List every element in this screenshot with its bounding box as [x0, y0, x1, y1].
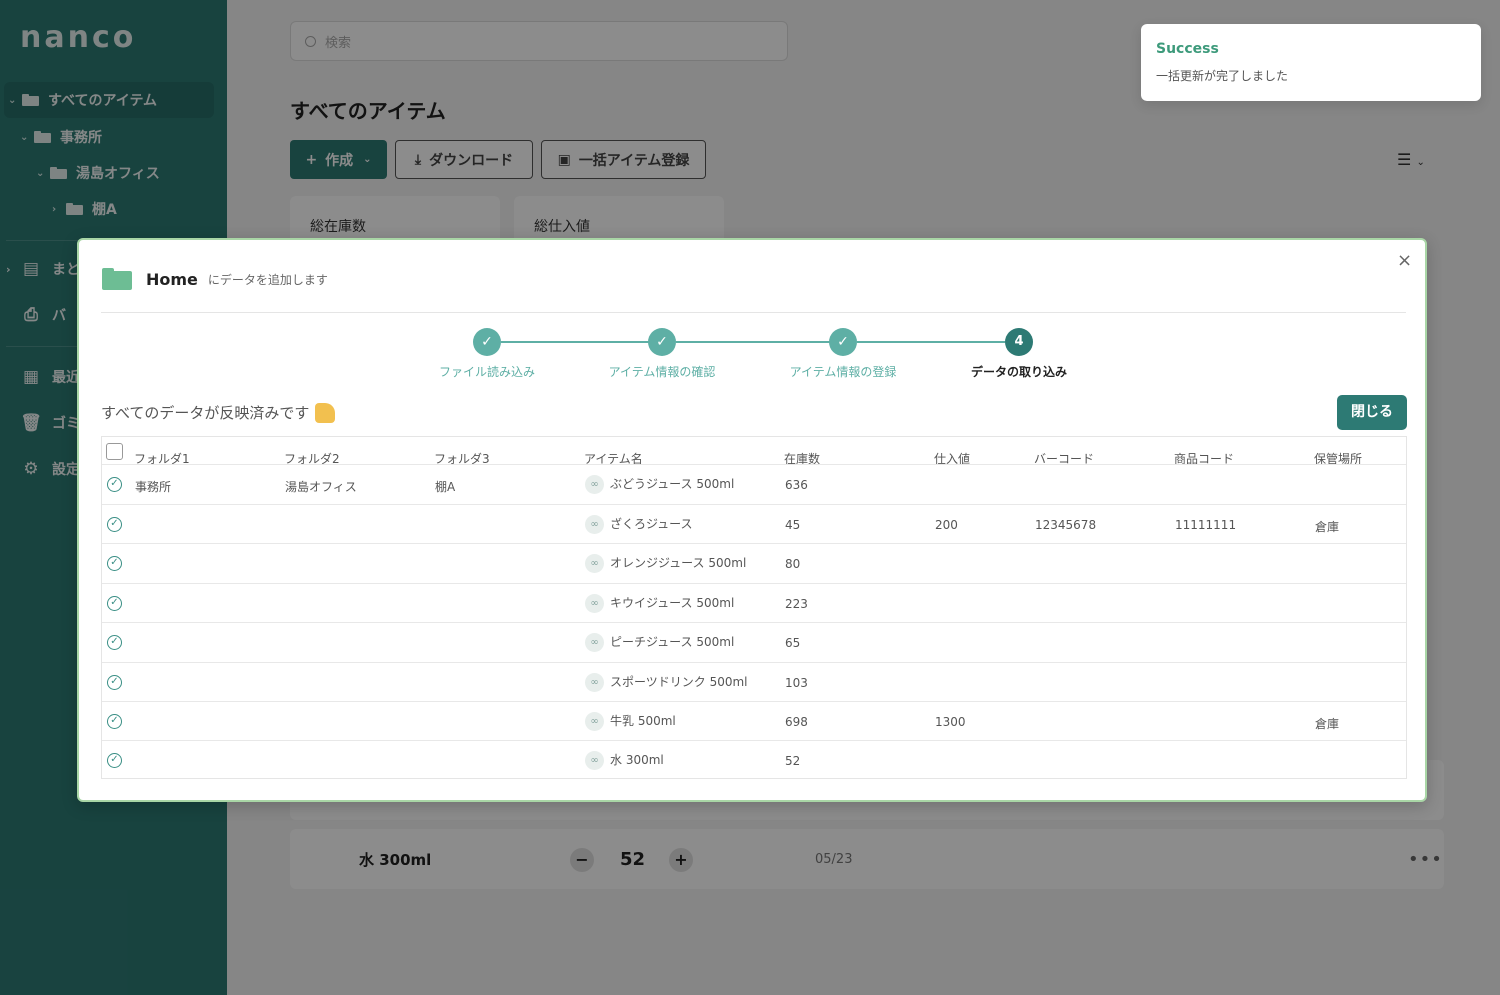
target-folder-name: Home [146, 269, 198, 289]
link-icon: ∞ [585, 633, 604, 652]
close-button[interactable]: 閉じる [1337, 395, 1407, 430]
table-row[interactable]: ✓ ∞ ピーチジュース 500ml 65 [102, 622, 1406, 662]
import-result-table: フォルダ1 フォルダ2 フォルダ3 アイテム名 在庫数 仕入値 バーコード 商品… [101, 436, 1407, 779]
success-check-icon: ✓ [107, 477, 122, 492]
link-icon: ∞ [585, 751, 604, 770]
success-check-icon: ✓ [107, 517, 122, 532]
success-check-icon: ✓ [107, 675, 122, 690]
close-icon[interactable]: × [1397, 250, 1412, 271]
link-icon: ∞ [585, 475, 604, 494]
table-row[interactable]: ✓ ∞ スポーツドリンク 500ml 103 [102, 662, 1406, 702]
link-icon: ∞ [585, 554, 604, 573]
table-row[interactable]: ✓ ∞ 牛乳 500ml 698 1300 倉庫 [102, 701, 1406, 741]
step-label: データの取り込み [970, 365, 1068, 379]
link-icon: ∞ [585, 515, 604, 534]
table-row[interactable]: ✓ 事務所 湯島オフィス 棚A ∞ ぶどうジュース 500ml 636 [102, 464, 1406, 504]
completion-message: すべてのデータが反映済みです [101, 402, 336, 423]
step-connector [676, 341, 831, 343]
toast-title: Success [1156, 41, 1219, 57]
step-label: ファイル読み込み [438, 365, 536, 379]
modal-header: Home にデータを追加します [102, 268, 328, 290]
table-row[interactable]: ✓ ∞ ざくろジュース 45 200 12345678 11111111 倉庫 [102, 504, 1406, 544]
thumbs-up-icon [315, 402, 336, 423]
step-label: アイテム情報の登録 [789, 365, 897, 379]
success-check-icon: ✓ [107, 596, 122, 611]
step-1-check-icon: ✓ [473, 328, 501, 356]
step-3-check-icon: ✓ [829, 328, 857, 356]
step-label: アイテム情報の確認 [608, 365, 716, 379]
link-icon: ∞ [585, 712, 604, 731]
success-check-icon: ✓ [107, 556, 122, 571]
modal-subtitle: にデータを追加します [207, 272, 328, 287]
success-check-icon: ✓ [107, 753, 122, 768]
import-modal: × Home にデータを追加します ✓ ✓ ✓ 4 ファイル読み込み アイテム情… [77, 238, 1427, 802]
folder-icon [102, 268, 132, 290]
step-connector [501, 341, 650, 343]
table-row[interactable]: ✓ ∞ 水 300ml 52 [102, 740, 1406, 780]
link-icon: ∞ [585, 594, 604, 613]
step-connector [857, 341, 1005, 343]
success-toast: Success 一括更新が完了しました [1141, 24, 1481, 101]
success-check-icon: ✓ [107, 714, 122, 729]
table-row[interactable]: ✓ ∞ キウイジュース 500ml 223 [102, 583, 1406, 623]
success-check-icon: ✓ [107, 635, 122, 650]
step-2-check-icon: ✓ [648, 328, 676, 356]
header-divider [101, 312, 1406, 313]
toast-message: 一括更新が完了しました [1156, 69, 1289, 83]
link-icon: ∞ [585, 673, 604, 692]
select-all-checkbox[interactable] [106, 443, 123, 460]
step-4-indicator: 4 [1005, 328, 1033, 356]
table-row[interactable]: ✓ ∞ オレンジジュース 500ml 80 [102, 543, 1406, 583]
